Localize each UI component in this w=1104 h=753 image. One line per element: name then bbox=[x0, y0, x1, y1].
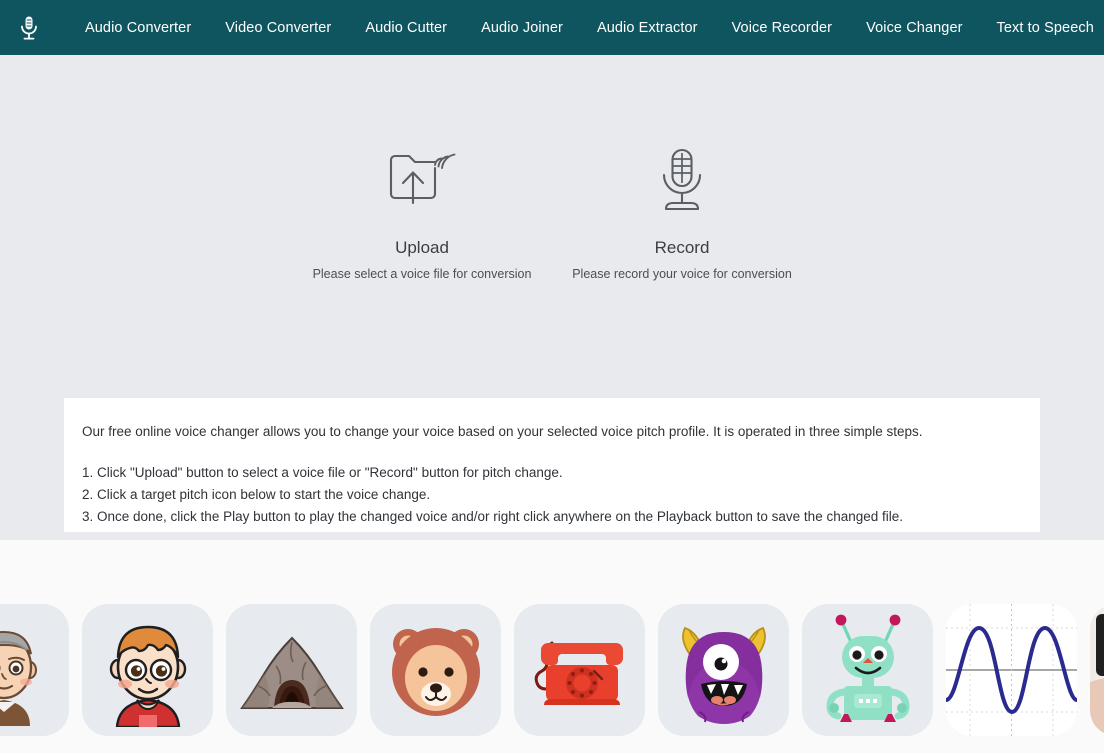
nav-item-voice-recorder[interactable]: Voice Recorder bbox=[715, 14, 850, 42]
upload-subtitle: Please select a voice file for conversio… bbox=[312, 267, 532, 281]
record-title: Record bbox=[654, 238, 710, 257]
pitch-tile-old-man[interactable] bbox=[0, 604, 69, 736]
microphone-logo-icon[interactable] bbox=[8, 7, 50, 49]
nav-item-video-converter[interactable]: Video Converter bbox=[208, 14, 348, 42]
nav-item-voice-changer[interactable]: Voice Changer bbox=[849, 14, 979, 42]
nav-item-audio-converter[interactable]: Audio Converter bbox=[68, 14, 208, 42]
top-navigation-bar: Audio Converter Video Converter Audio Cu… bbox=[0, 0, 1104, 55]
pitch-tile-list bbox=[0, 604, 1104, 736]
pitch-tile-telephone[interactable] bbox=[514, 604, 645, 736]
instruction-step-2: 2. Click a target pitch icon below to st… bbox=[82, 487, 431, 503]
upload-button[interactable]: Upload Please select a voice file for co… bbox=[292, 140, 552, 281]
upload-title: Upload bbox=[395, 238, 449, 257]
action-buttons-row: Upload Please select a voice file for co… bbox=[0, 140, 1104, 281]
pitch-tile-cave[interactable] bbox=[226, 604, 357, 736]
nav-item-audio-extractor[interactable]: Audio Extractor bbox=[580, 14, 715, 42]
instruction-step-3: 3. Once done, click the Play button to p… bbox=[82, 508, 904, 524]
folder-upload-sound-icon bbox=[387, 140, 457, 220]
instruction-step-1: 1. Click "Upload" button to select a voi… bbox=[82, 465, 563, 481]
pitch-tile-person-photo[interactable] bbox=[1090, 604, 1104, 736]
app-root: Audio Converter Video Converter Audio Cu… bbox=[0, 0, 1104, 753]
pitch-tile-monster[interactable] bbox=[658, 604, 789, 736]
pitch-tile-robot[interactable] bbox=[802, 604, 933, 736]
nav-links: Audio Converter Video Converter Audio Cu… bbox=[68, 14, 1104, 42]
pitch-tile-bear[interactable] bbox=[370, 604, 501, 736]
instructions-lead: Our free online voice changer allows you… bbox=[82, 424, 923, 439]
record-subtitle: Please record your voice for conversion bbox=[572, 267, 792, 281]
record-button[interactable]: Record Please record your voice for conv… bbox=[552, 140, 812, 281]
pitch-tile-boy[interactable] bbox=[82, 604, 213, 736]
nav-item-audio-joiner[interactable]: Audio Joiner bbox=[464, 14, 580, 42]
nav-item-audio-cutter[interactable]: Audio Cutter bbox=[348, 14, 464, 42]
instructions-card: Our free online voice changer allows you… bbox=[64, 398, 1040, 532]
pitch-tile-sine-wave[interactable] bbox=[946, 604, 1077, 736]
pitch-profile-strip bbox=[0, 540, 1104, 753]
nav-item-text-to-speech[interactable]: Text to Speech bbox=[980, 14, 1104, 42]
main-panel: Upload Please select a voice file for co… bbox=[0, 55, 1104, 540]
microphone-record-icon bbox=[656, 140, 708, 220]
instructions-steps: 1. Click "Upload" button to select a voi… bbox=[82, 462, 1022, 528]
